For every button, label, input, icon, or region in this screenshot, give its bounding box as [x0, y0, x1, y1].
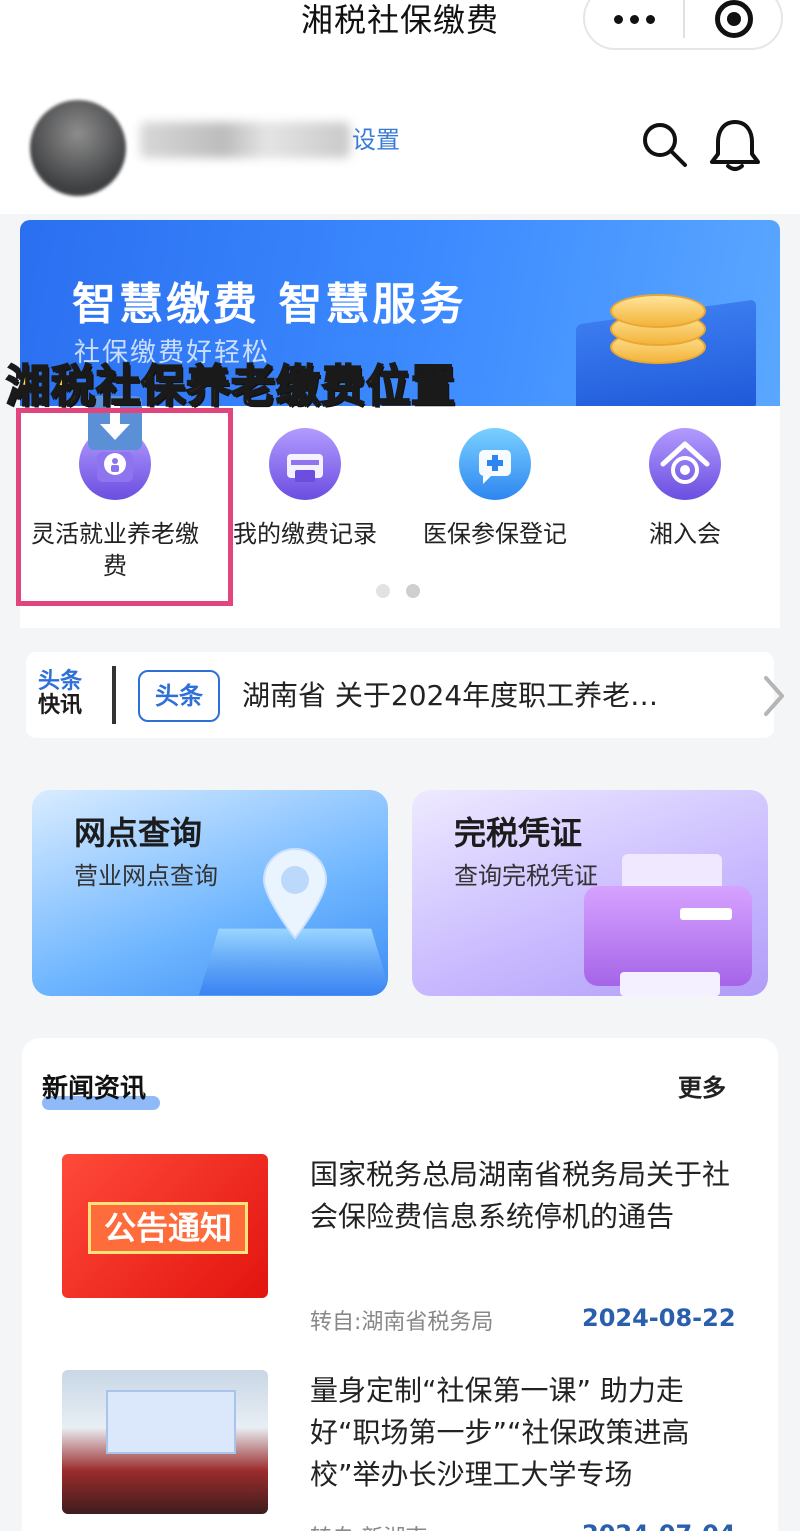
banner-title: 智慧缴费 智慧服务	[72, 279, 467, 330]
avatar[interactable]	[30, 100, 126, 196]
service-label: 医保参保登记	[423, 520, 567, 548]
card-title: 网点查询	[74, 814, 203, 852]
user-name-redacted	[140, 122, 350, 158]
ticker-logo-bottom: 快讯	[38, 693, 83, 718]
headline-ticker[interactable]: 头条 快讯 头条 湖南省 关于2024年度职工养老…	[26, 652, 784, 738]
ticker-logo: 头条 快讯	[38, 670, 82, 718]
house-icon	[649, 428, 721, 500]
ticker-divider	[112, 666, 116, 724]
search-icon[interactable]	[640, 120, 688, 168]
coin-illustration	[610, 294, 706, 328]
news-thumbnail: 公告通知	[62, 1154, 268, 1298]
service-medical-insurance[interactable]: 医保参保登记	[400, 428, 590, 550]
news-source: 转自:新湖南	[310, 1520, 427, 1531]
service-xiang-ru-hui[interactable]: 湘入会	[590, 428, 780, 550]
annotation-caption: 湘税社保养老缴费位置	[5, 360, 456, 413]
pager-dots	[376, 584, 420, 598]
printer-illustration	[620, 972, 720, 996]
service-label: 我的缴费记录	[233, 520, 377, 548]
ticker-logo-top: 头条	[38, 669, 83, 694]
section-title: 新闻资讯	[42, 1074, 147, 1104]
bell-icon[interactable]	[708, 116, 762, 172]
pager-dot-active[interactable]	[406, 584, 420, 598]
location-pin-icon	[262, 848, 328, 940]
news-source: 转自:湖南省税务局	[310, 1310, 494, 1335]
nav-bar: 湘税社保缴费	[0, 0, 800, 64]
highlight-annotation-box	[16, 408, 233, 606]
branch-query-card[interactable]: 网点查询 营业网点查询	[32, 790, 388, 996]
news-section: 新闻资讯 更多 公告通知 国家税务总局湖南省税务局关于社会保险费信息系统停机的通…	[22, 1038, 778, 1531]
user-header: 设置	[0, 64, 800, 214]
pager-dot[interactable]	[376, 584, 390, 598]
mini-program-capsule	[583, 0, 783, 50]
more-link[interactable]: 更多	[678, 1068, 726, 1103]
more-menu-icon[interactable]	[585, 0, 683, 50]
thumbnail-label: 公告通知	[88, 1202, 248, 1254]
news-date: 2024-08-22	[582, 1304, 736, 1332]
service-payment-record[interactable]: 我的缴费记录	[210, 428, 400, 550]
service-label: 湘入会	[649, 520, 721, 548]
card-title: 完税凭证	[454, 814, 583, 852]
thumbnail-screen	[106, 1390, 236, 1454]
payment-record-icon	[269, 428, 341, 500]
ticker-tag: 头条	[138, 670, 220, 722]
ticker-headline[interactable]: 湖南省 关于2024年度职工养老…	[242, 676, 732, 716]
medical-insurance-icon	[459, 428, 531, 500]
chevron-right-icon[interactable]	[758, 674, 788, 718]
news-thumbnail	[62, 1370, 268, 1514]
settings-link[interactable]: 设置	[352, 122, 400, 158]
printer-illustration	[680, 908, 732, 920]
capsule-divider	[683, 0, 685, 38]
news-headline: 国家税务总局湖南省税务局关于社会保险费信息系统停机的通告	[310, 1158, 731, 1233]
tax-certificate-card[interactable]: 完税凭证 查询完税凭证	[412, 790, 768, 996]
card-subtitle: 查询完税凭证	[454, 862, 598, 890]
news-headline: 量身定制“社保第一课” 助力走好“职场第一步”“社保政策进高校”举办长沙理工大学…	[310, 1374, 690, 1491]
card-subtitle: 营业网点查询	[74, 862, 218, 890]
printer-illustration	[584, 886, 752, 986]
close-mini-program-icon[interactable]	[715, 0, 753, 38]
news-date: 2024-07-04	[582, 1520, 736, 1531]
